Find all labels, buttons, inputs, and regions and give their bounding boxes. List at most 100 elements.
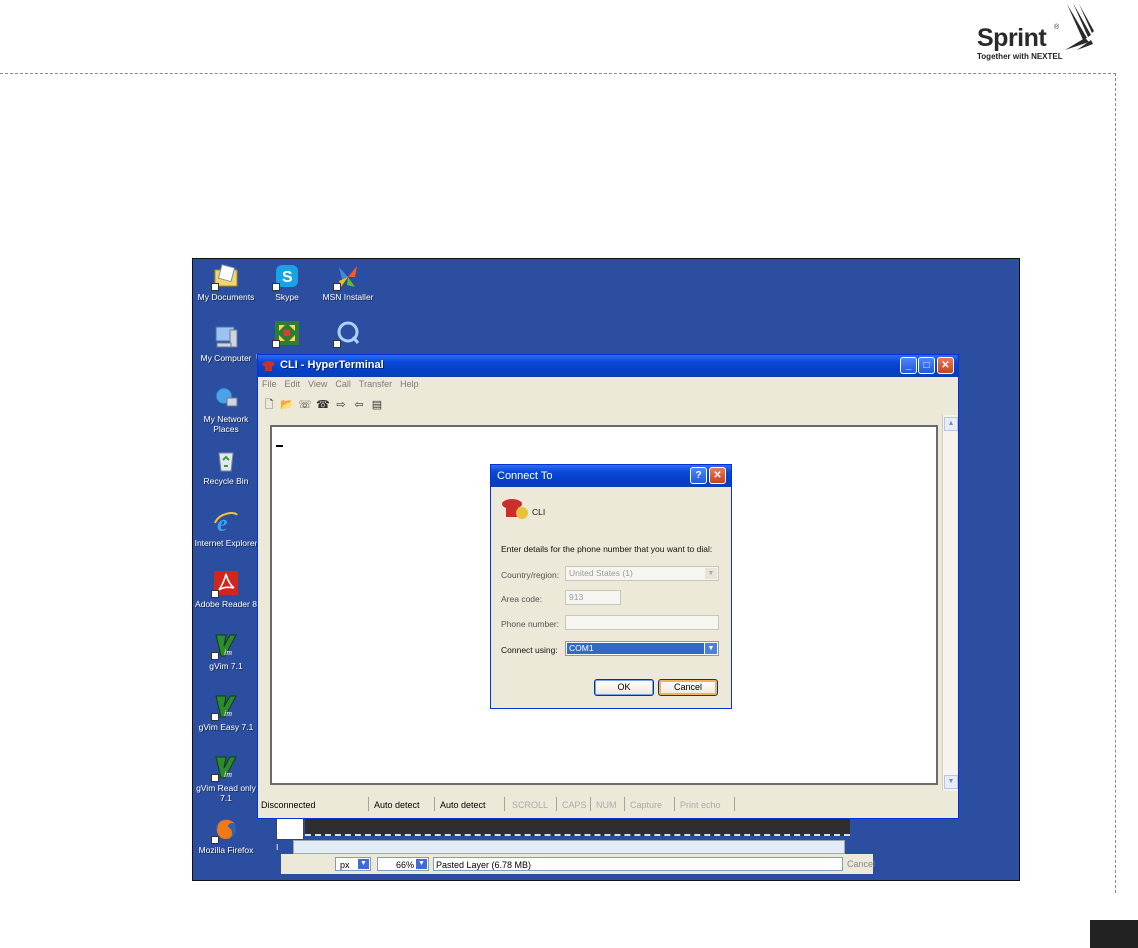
text-cursor (276, 445, 283, 447)
area-code-field[interactable]: 913 (565, 590, 621, 605)
desktop-icon-my-computer[interactable]: My Computer (193, 322, 259, 363)
chevron-down-icon: ▼ (358, 859, 369, 869)
status-connection: Disconnected (261, 800, 316, 810)
status-separator (590, 797, 591, 811)
sprint-logo: Sprint ® Together with NEXTEL (975, 0, 1105, 66)
unit-select[interactable]: px ▼ (335, 857, 371, 871)
country-label: Country/region: (501, 570, 560, 580)
clipped-label-firefox: I (276, 842, 279, 852)
connection-phone-icon (502, 499, 528, 519)
hyperterminal-title-bar[interactable]: CLI - HyperTerminal _ □ ✕ (258, 355, 958, 377)
desktop-icon-my-documents[interactable]: My Documents (193, 261, 259, 302)
connect-icon[interactable]: ☏ (298, 398, 312, 412)
msn-butterfly-icon (333, 263, 361, 291)
background-image-editor: px ▼ 66% ▼ Pasted Layer (6.78 MB) Cancel (273, 814, 875, 880)
svg-text:im: im (224, 648, 232, 657)
properties-icon[interactable]: ▤ (370, 398, 384, 412)
menu-edit[interactable]: Edit (285, 379, 301, 389)
recycle-bin-icon (213, 447, 239, 473)
network-arrows-icon (272, 320, 300, 348)
status-separator (674, 797, 675, 811)
skype-icon: S (272, 263, 300, 291)
minimize-button[interactable]: _ (900, 357, 917, 374)
connection-name: CLI (532, 507, 546, 517)
scroll-down-icon[interactable]: ▼ (944, 775, 958, 789)
status-separator (556, 797, 557, 811)
status-bar: Disconnected Auto detect Auto detect SCR… (258, 795, 958, 815)
maximize-button[interactable]: □ (918, 357, 935, 374)
status-separator (624, 797, 625, 811)
sprint-tagline: Together with NEXTEL (977, 52, 1063, 61)
close-button[interactable]: ✕ (937, 357, 954, 374)
cancel-button[interactable]: Cancel (658, 679, 718, 696)
desktop-icon-msn-installer[interactable]: MSN Installer (315, 261, 381, 302)
toolbar: 🗋 📂 ☏ ☎ ⇨ ⇦ ▤ (262, 395, 388, 413)
gvim-icon: im (211, 632, 239, 660)
folder-documents-icon (211, 263, 239, 291)
new-icon[interactable]: 🗋 (262, 398, 276, 412)
svg-text:S: S (282, 269, 293, 286)
menu-transfer[interactable]: Transfer (359, 379, 392, 389)
status-caps: CAPS (562, 800, 587, 810)
zoom-select[interactable]: 66% ▼ (377, 857, 429, 871)
editor-cancel-button[interactable]: Cancel (847, 857, 875, 871)
menu-call[interactable]: Call (335, 379, 351, 389)
dialog-prompt: Enter details for the phone number that … (501, 544, 713, 554)
layer-status: Pasted Layer (6.78 MB) (433, 857, 843, 871)
menu-help[interactable]: Help (400, 379, 419, 389)
internet-explorer-icon: e (213, 509, 239, 537)
dialog-title-bar[interactable]: Connect To ? ✕ (491, 465, 731, 487)
menu-bar: File Edit View Call Transfer Help (262, 379, 427, 393)
desktop-icon-gvim-easy[interactable]: im gVim Easy 7.1 (193, 691, 259, 732)
ok-button[interactable]: OK (594, 679, 654, 696)
status-separator (504, 797, 505, 811)
status-separator (734, 797, 735, 811)
desktop-icon-skype[interactable]: S Skype (254, 261, 320, 302)
receive-icon[interactable]: ⇦ (352, 398, 366, 412)
quicktime-icon (333, 320, 361, 348)
svg-text:im: im (224, 709, 232, 718)
desktop-icon-quicktime[interactable] (315, 318, 381, 348)
open-icon[interactable]: 📂 (280, 398, 294, 412)
status-detect-1: Auto detect (374, 800, 420, 810)
chevron-down-icon: ▼ (705, 568, 717, 579)
header-divider (0, 73, 1116, 74)
menu-view[interactable]: View (308, 379, 327, 389)
country-select[interactable]: United States (1) ▼ (565, 566, 719, 581)
desktop-icon-adobe-reader[interactable]: Adobe Reader 8 (193, 568, 259, 609)
desktop-icon-my-network-places[interactable]: My Network Places (193, 383, 259, 434)
vertical-scrollbar[interactable]: ▲ ▼ (942, 415, 958, 791)
help-button[interactable]: ? (690, 467, 707, 484)
horizontal-scrollbar[interactable] (293, 840, 845, 854)
phone-number-field[interactable] (565, 615, 719, 630)
registered-mark: ® (1054, 24, 1060, 31)
status-num: NUM (596, 800, 617, 810)
desktop-icon-network-app[interactable] (254, 318, 320, 348)
svg-text:im: im (224, 770, 232, 779)
gvim-icon: im (211, 693, 239, 721)
chevron-down-icon: ▼ (416, 859, 427, 869)
hyperterminal-title: CLI - HyperTerminal (280, 359, 384, 371)
connect-using-select[interactable]: COM1 ▼ (565, 641, 719, 656)
network-places-icon (213, 385, 239, 411)
menu-file[interactable]: File (262, 379, 277, 389)
connect-to-dialog: Connect To ? ✕ CLI Enter details for the… (490, 464, 732, 709)
layer-strip (305, 816, 850, 836)
editor-status-bar: px ▼ 66% ▼ Pasted Layer (6.78 MB) Cancel (281, 854, 875, 874)
scroll-up-icon[interactable]: ▲ (944, 417, 958, 431)
desktop-icon-internet-explorer[interactable]: e Internet Explorer (193, 507, 259, 548)
disconnect-icon[interactable]: ☎ (316, 398, 330, 412)
status-separator (368, 797, 369, 811)
status-separator (434, 797, 435, 811)
send-icon[interactable]: ⇨ (334, 398, 348, 412)
desktop-icon-recycle-bin[interactable]: Recycle Bin (193, 445, 259, 486)
desktop-icon-mozilla-firefox[interactable]: Mozilla Firefox (193, 814, 259, 855)
desktop-icon-gvim-read-only[interactable]: im gVim Read only 7.1 (193, 752, 259, 803)
status-capture: Capture (630, 800, 663, 810)
firefox-icon (211, 816, 239, 844)
status-print-echo: Print echo (680, 800, 721, 810)
dialog-close-button[interactable]: ✕ (709, 467, 726, 484)
desktop-icon-gvim[interactable]: im gVim 7.1 (193, 630, 259, 671)
margin-divider (1115, 73, 1116, 893)
page-tab (1090, 920, 1138, 948)
